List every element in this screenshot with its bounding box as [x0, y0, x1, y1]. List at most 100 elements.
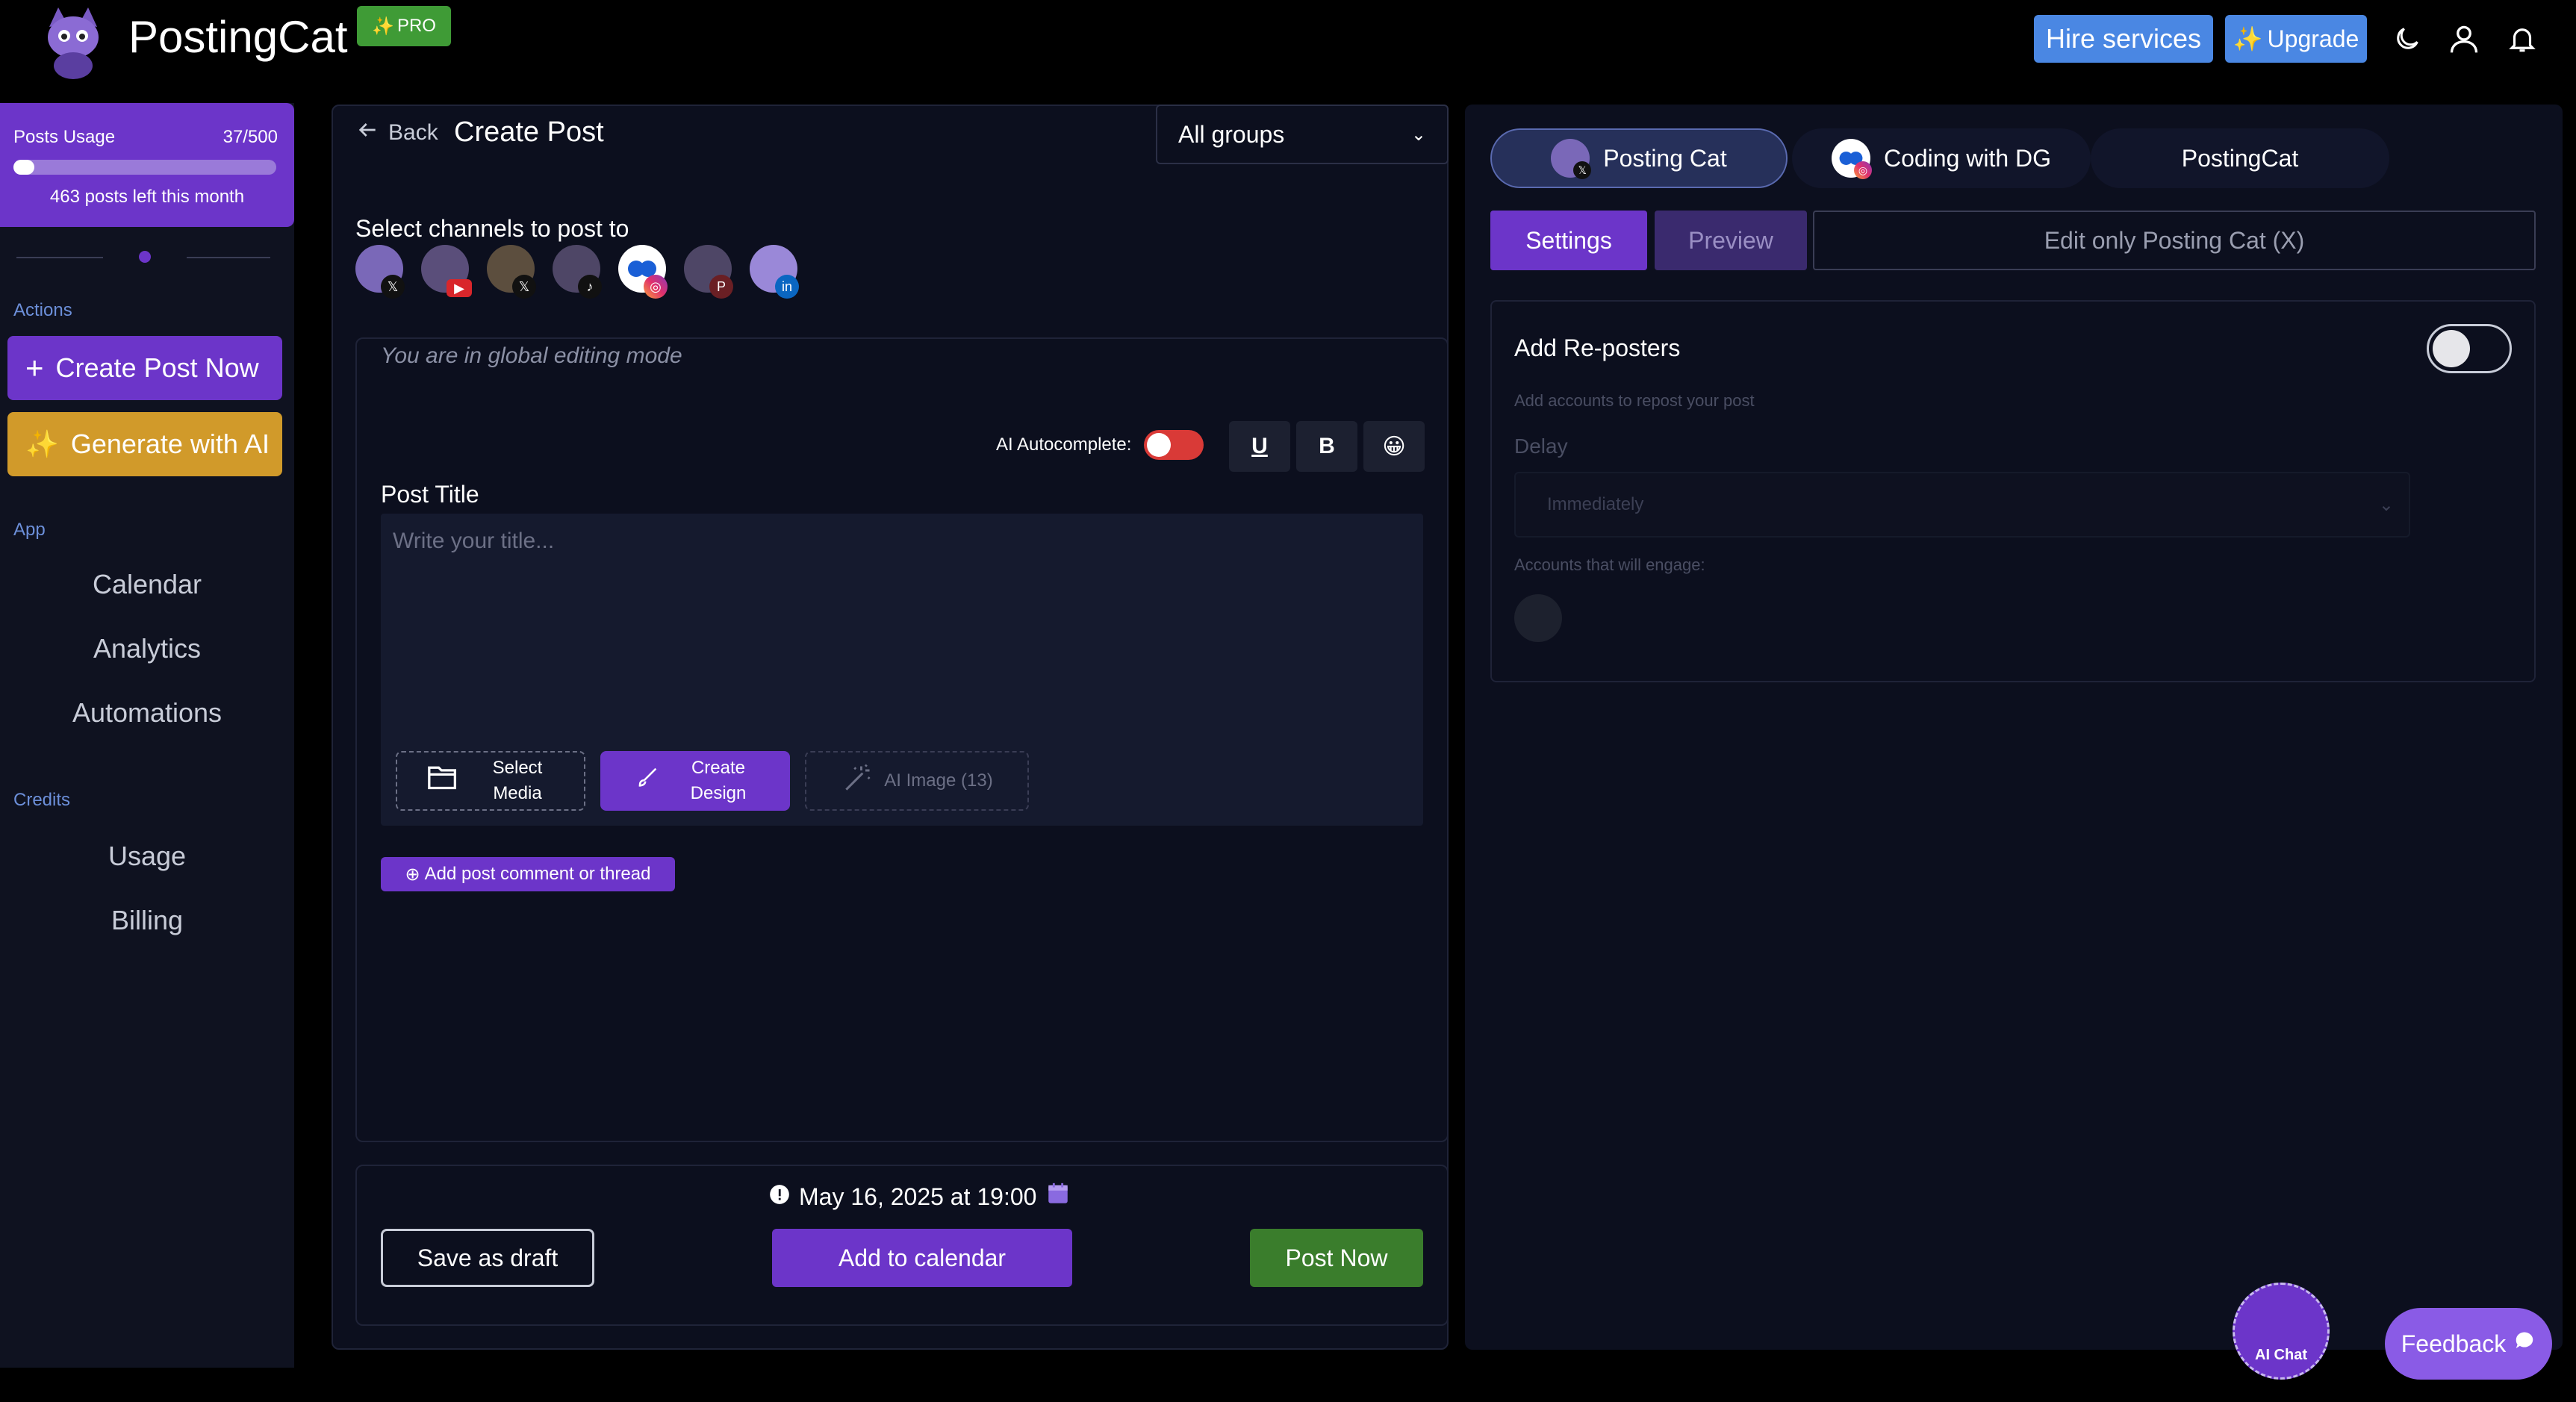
divider	[16, 257, 103, 258]
delay-value: Immediately	[1547, 494, 1644, 514]
actions-heading: Actions	[13, 300, 72, 320]
sidebar-item-calendar[interactable]: Calendar	[0, 569, 294, 600]
account-tab-coding-with-dg[interactable]: ◎ Coding with DG	[1792, 128, 2091, 188]
chevron-down-icon: ⌄	[1410, 124, 1426, 145]
post-title-placeholder: Write your title...	[393, 529, 555, 553]
youtube-icon: ▶	[447, 279, 472, 297]
avatar: ◎	[1831, 139, 1872, 179]
ai-image-button[interactable]: AI Image (13)	[805, 751, 1029, 811]
ai-chat-label: AI Chat	[2255, 1347, 2307, 1363]
groups-select[interactable]: All groups ⌄	[1156, 105, 1449, 164]
arrow-left-icon	[355, 118, 379, 148]
chevron-down-icon: ⌄	[2378, 494, 2394, 515]
ai-image-label: AI Image (13)	[884, 770, 993, 791]
account-name: Posting Cat	[1603, 144, 1727, 172]
ai-chat-button[interactable]: AI Chat	[2233, 1283, 2330, 1380]
moon-icon[interactable]	[2386, 18, 2428, 60]
chat-bubble-icon	[2513, 1330, 2536, 1358]
reposters-title: Add Re-posters	[1514, 334, 1681, 361]
channel-avatar[interactable]: P	[684, 245, 739, 302]
edit-only-button[interactable]: Edit only Posting Cat (X)	[1813, 211, 2536, 270]
sidebar-item-usage[interactable]: Usage	[0, 841, 294, 872]
magic-wand-icon	[841, 762, 874, 800]
pro-badge: ✨ PRO	[357, 6, 451, 46]
add-comment-button[interactable]: ⊕ Add post comment or thread	[381, 857, 675, 891]
emoji-button[interactable]: 😀	[1363, 421, 1425, 472]
save-draft-button[interactable]: Save as draft	[381, 1229, 594, 1287]
avatar: 𝕏	[1551, 139, 1592, 179]
feedback-button[interactable]: Feedback	[2385, 1308, 2552, 1380]
upgrade-label: Upgrade	[2267, 25, 2359, 52]
usage-remaining: 463 posts left this month	[49, 187, 245, 207]
groups-value: All groups	[1178, 120, 1285, 148]
x-icon: 𝕏	[381, 275, 405, 299]
delay-label: Delay	[1514, 434, 1568, 458]
pinterest-icon: P	[709, 275, 733, 299]
preview-panel	[1465, 105, 2563, 1350]
linkedin-icon: in	[775, 275, 799, 299]
info-icon	[769, 1183, 790, 1211]
account-tab-posting-cat[interactable]: 𝕏 Posting Cat	[1490, 128, 1788, 188]
create-design-button[interactable]: Create Design	[600, 751, 790, 811]
tiktok-icon: ♪	[578, 275, 602, 299]
bold-button[interactable]: B	[1296, 421, 1357, 472]
credits-heading: Credits	[13, 790, 71, 810]
usage-progress-bar	[13, 160, 276, 175]
hire-services-button[interactable]: Hire services	[2034, 15, 2213, 63]
post-now-button[interactable]: Post Now	[1250, 1229, 1423, 1287]
add-comment-label: Add post comment or thread	[424, 864, 651, 884]
app-heading: App	[13, 520, 46, 540]
instagram-icon: ◎	[1853, 161, 1872, 179]
channel-avatar[interactable]: 𝕏	[355, 245, 411, 302]
tab-preview[interactable]: Preview	[1655, 211, 1807, 270]
sidebar	[0, 103, 294, 1368]
user-icon[interactable]	[2443, 18, 2485, 60]
channel-avatar[interactable]: ▶	[421, 245, 476, 302]
divider-dot	[139, 251, 151, 263]
calendar-icon[interactable]	[1045, 1181, 1071, 1212]
sidebar-item-automations[interactable]: Automations	[0, 697, 294, 729]
usage-progress-fill	[13, 160, 34, 175]
select-media-label: Select Media	[492, 758, 543, 803]
create-post-now-button[interactable]: + Create Post Now	[7, 336, 282, 400]
folder-icon	[426, 762, 459, 800]
underline-button[interactable]: U	[1229, 421, 1290, 472]
generate-with-ai-button[interactable]: ✨ Generate with AI	[7, 412, 282, 476]
sidebar-item-billing[interactable]: Billing	[0, 905, 294, 936]
sidebar-item-analytics[interactable]: Analytics	[0, 633, 294, 664]
add-to-calendar-button[interactable]: Add to calendar	[772, 1229, 1072, 1287]
channel-avatar[interactable]: 𝕏	[487, 245, 542, 302]
brand-name: PostingCat	[128, 12, 348, 62]
page-title: Create Post	[454, 116, 604, 148]
engage-avatar[interactable]	[1514, 594, 1562, 642]
channel-avatar[interactable]: ◎	[618, 245, 673, 302]
plus-circle-icon: ⊕	[405, 864, 420, 885]
delay-select[interactable]: Immediately ⌄	[1514, 472, 2410, 538]
tab-settings[interactable]: Settings	[1490, 211, 1647, 270]
bell-icon[interactable]	[2501, 18, 2543, 60]
channel-avatar[interactable]: ♪	[553, 245, 608, 302]
create-post-now-label: Create Post Now	[55, 352, 259, 383]
back-label: Back	[388, 120, 438, 145]
usage-count: 37/500	[223, 127, 278, 147]
generate-with-ai-label: Generate with AI	[70, 429, 270, 459]
channel-avatar[interactable]: in	[750, 245, 805, 302]
ai-autocomplete-label: AI Autocomplete:	[996, 434, 1132, 455]
instagram-icon: ◎	[644, 275, 668, 299]
feedback-label: Feedback	[2401, 1330, 2507, 1357]
pro-badge-label: PRO	[396, 16, 436, 36]
sparkle-icon: ✨	[2233, 25, 2263, 52]
upgrade-button[interactable]: ✨ Upgrade	[2225, 15, 2367, 63]
reposters-knob	[2433, 330, 2470, 367]
sparkle-icon: ✨	[372, 16, 394, 37]
brush-icon	[635, 764, 660, 797]
select-media-button[interactable]: Select Media	[396, 751, 585, 811]
usage-title: Posts Usage	[13, 127, 116, 147]
ai-autocomplete-knob	[1147, 433, 1171, 457]
schedule-date[interactable]: May 16, 2025 at 19:00	[769, 1181, 1071, 1212]
account-tab-postingcat[interactable]: PostingCat	[2091, 128, 2389, 188]
back-link[interactable]: Back	[355, 118, 438, 148]
cat-logo-icon[interactable]	[36, 4, 111, 79]
plus-icon: +	[25, 350, 44, 385]
sparkle-icon: ✨	[25, 429, 59, 459]
